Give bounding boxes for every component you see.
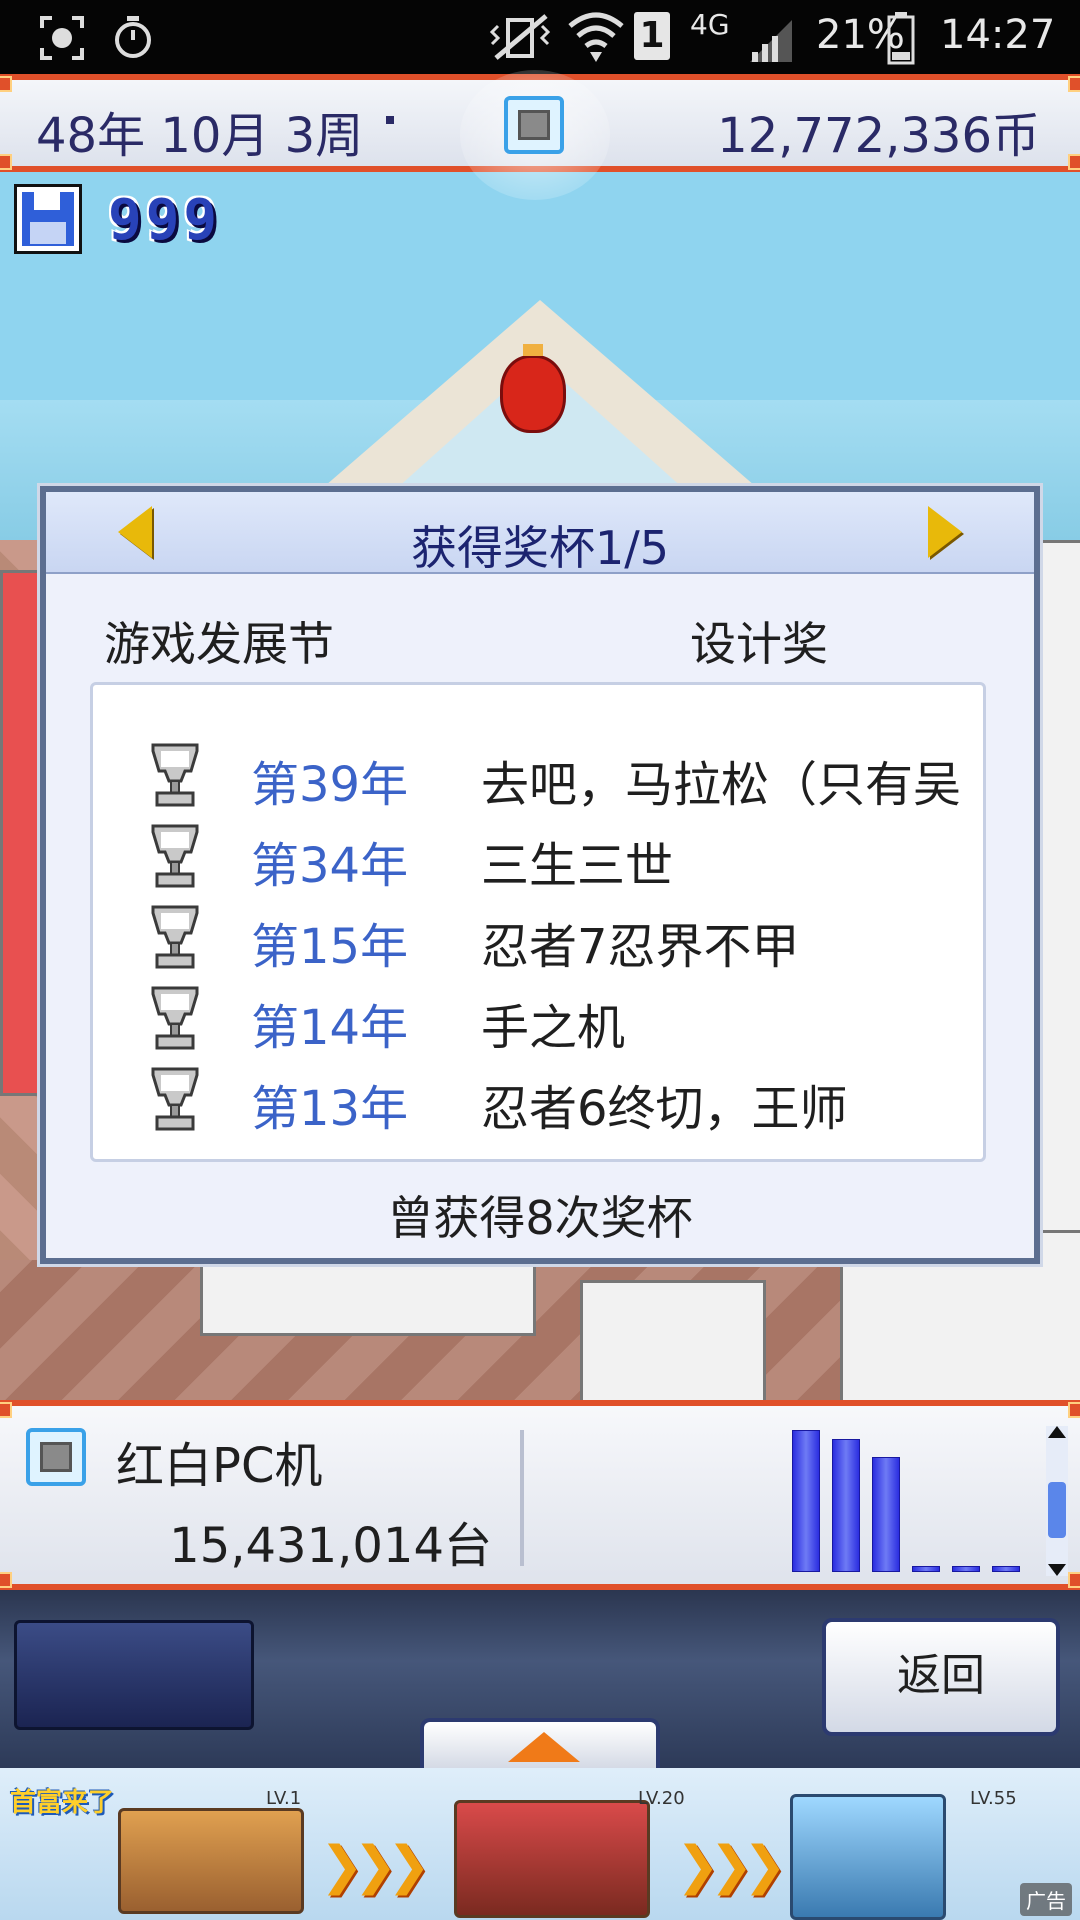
menu-button[interactable] [14, 1620, 254, 1730]
chevron-right-icon: ❯❯❯ [320, 1836, 431, 1896]
network-type: 4G [690, 8, 730, 41]
ad-level: LV.55 [970, 1788, 1017, 1809]
desk [580, 1280, 766, 1400]
shop-building-medium [454, 1800, 650, 1918]
shop-building-small [118, 1808, 304, 1914]
trophy-year: 第14年 [251, 1000, 409, 1056]
sales-bar [992, 1566, 1020, 1572]
sales-bar-graph [780, 1424, 1036, 1572]
clock: 14:27 [940, 12, 1056, 58]
trophy-dialog: 获得奖杯1/5 游戏发展节 设计奖 第39年 去吧，马拉松（只有吴街 第34年 … [40, 486, 1040, 1264]
corner-ornament [0, 1402, 12, 1418]
sim-icon: 1 [634, 12, 670, 60]
trophy-icon [151, 1067, 199, 1131]
bottom-controls: 返回 [0, 1590, 1080, 1774]
corner-ornament [1068, 154, 1080, 170]
trophy-row: 第14年 手之机 [93, 978, 983, 1058]
status-bar: 1 4G 21% 14:27 [0, 0, 1080, 74]
ad-level: LV.1 [266, 1788, 302, 1809]
console-button[interactable] [504, 96, 564, 154]
scroll-down-icon[interactable] [1048, 1564, 1066, 1576]
ad-level: LV.20 [638, 1788, 685, 1809]
trophy-game-title: 手之机 [481, 1000, 626, 1056]
scroll-up-icon[interactable] [1048, 1426, 1066, 1438]
trophy-year: 第13年 [251, 1081, 409, 1137]
shelf-right [1040, 540, 1080, 1246]
trophy-icon [151, 986, 199, 1050]
stopwatch-icon [115, 16, 151, 58]
trophy-year: 第15年 [251, 919, 409, 975]
money-balance: 12,772,336币 [717, 108, 1040, 164]
game-date: 48年 10月 3周 [36, 108, 364, 164]
award-event: 游戏发展节 [104, 617, 334, 671]
ad-label: 广告 [1020, 1883, 1072, 1916]
vibrate-mute-icon [489, 14, 551, 60]
sales-bar [952, 1566, 980, 1572]
dialog-header: 获得奖杯1/5 [46, 492, 1034, 575]
console-units-sold: 15,431,014台 [169, 1518, 492, 1574]
back-button[interactable]: 返回 [822, 1618, 1060, 1736]
battery-icon [887, 12, 915, 65]
trophy-game-title: 忍者7忍界不甲 [481, 919, 800, 975]
counter [200, 1260, 536, 1336]
corner-ornament [1068, 76, 1080, 92]
corner-ornament [0, 154, 12, 170]
trophy-list: 第39年 去吧，马拉松（只有吴街 第34年 三生三世 第15年 忍者7忍界不甲 [90, 682, 986, 1162]
next-page-arrow-icon[interactable] [928, 506, 962, 558]
trophy-year: 第34年 [251, 838, 409, 894]
trophy-icon [151, 824, 199, 888]
corner-ornament [0, 1572, 12, 1588]
sales-scrollbar[interactable] [1046, 1426, 1068, 1576]
red-lantern-icon [500, 344, 566, 433]
trophy-game-title: 忍者6终切，王师 [481, 1081, 848, 1137]
wifi-icon [568, 12, 624, 62]
dialog-title: 获得奖杯1/5 [410, 521, 670, 575]
trophy-game-title: 三生三世 [481, 838, 674, 894]
sales-bar [792, 1430, 820, 1572]
trophy-icon [151, 905, 199, 969]
date-progress-dot [386, 116, 394, 124]
corner-ornament [1068, 1402, 1080, 1418]
ad-logo: 首富来了 [10, 1788, 115, 1818]
ad-banner[interactable]: 首富来了 LV.1 ❯❯❯ LV.20 ❯❯❯ LV.55 广告 [0, 1768, 1080, 1920]
triangle-up-icon [508, 1732, 580, 1762]
sales-bar [832, 1439, 860, 1572]
trophy-year: 第39年 [251, 757, 409, 813]
sales-bar [872, 1457, 900, 1572]
trophy-row: 第39年 去吧，马拉松（只有吴街 [93, 735, 983, 815]
scroll-thumb[interactable] [1048, 1482, 1066, 1538]
console-name: 红白PC机 [116, 1438, 323, 1494]
divider [520, 1430, 524, 1566]
trophy-row: 第34年 三生三世 [93, 816, 983, 896]
trophy-row: 第15年 忍者7忍界不甲 [93, 897, 983, 977]
corner-ornament [1068, 1572, 1080, 1588]
shop-building-large [790, 1794, 946, 1920]
signal-icon [750, 20, 792, 62]
award-category: 设计奖 [690, 617, 828, 671]
sales-bar [912, 1566, 940, 1572]
chevron-right-icon: ❯❯❯ [676, 1836, 787, 1896]
expand-menu-button[interactable] [420, 1718, 660, 1774]
trophy-icon [151, 743, 199, 807]
console-sales-panel: 红白PC机 15,431,014台 [0, 1400, 1080, 1590]
corner-ornament [0, 76, 12, 92]
trophy-game-title: 去吧，马拉松（只有吴街 [481, 757, 961, 813]
console-icon [26, 1428, 86, 1486]
trophy-total: 曾获得8次奖杯 [387, 1191, 693, 1245]
top-bar: 48年 10月 3周 12,772,336币 [0, 70, 1080, 200]
screenshot-icon [40, 16, 84, 60]
trophy-row: 第13年 忍者6终切，王师 [93, 1059, 983, 1139]
